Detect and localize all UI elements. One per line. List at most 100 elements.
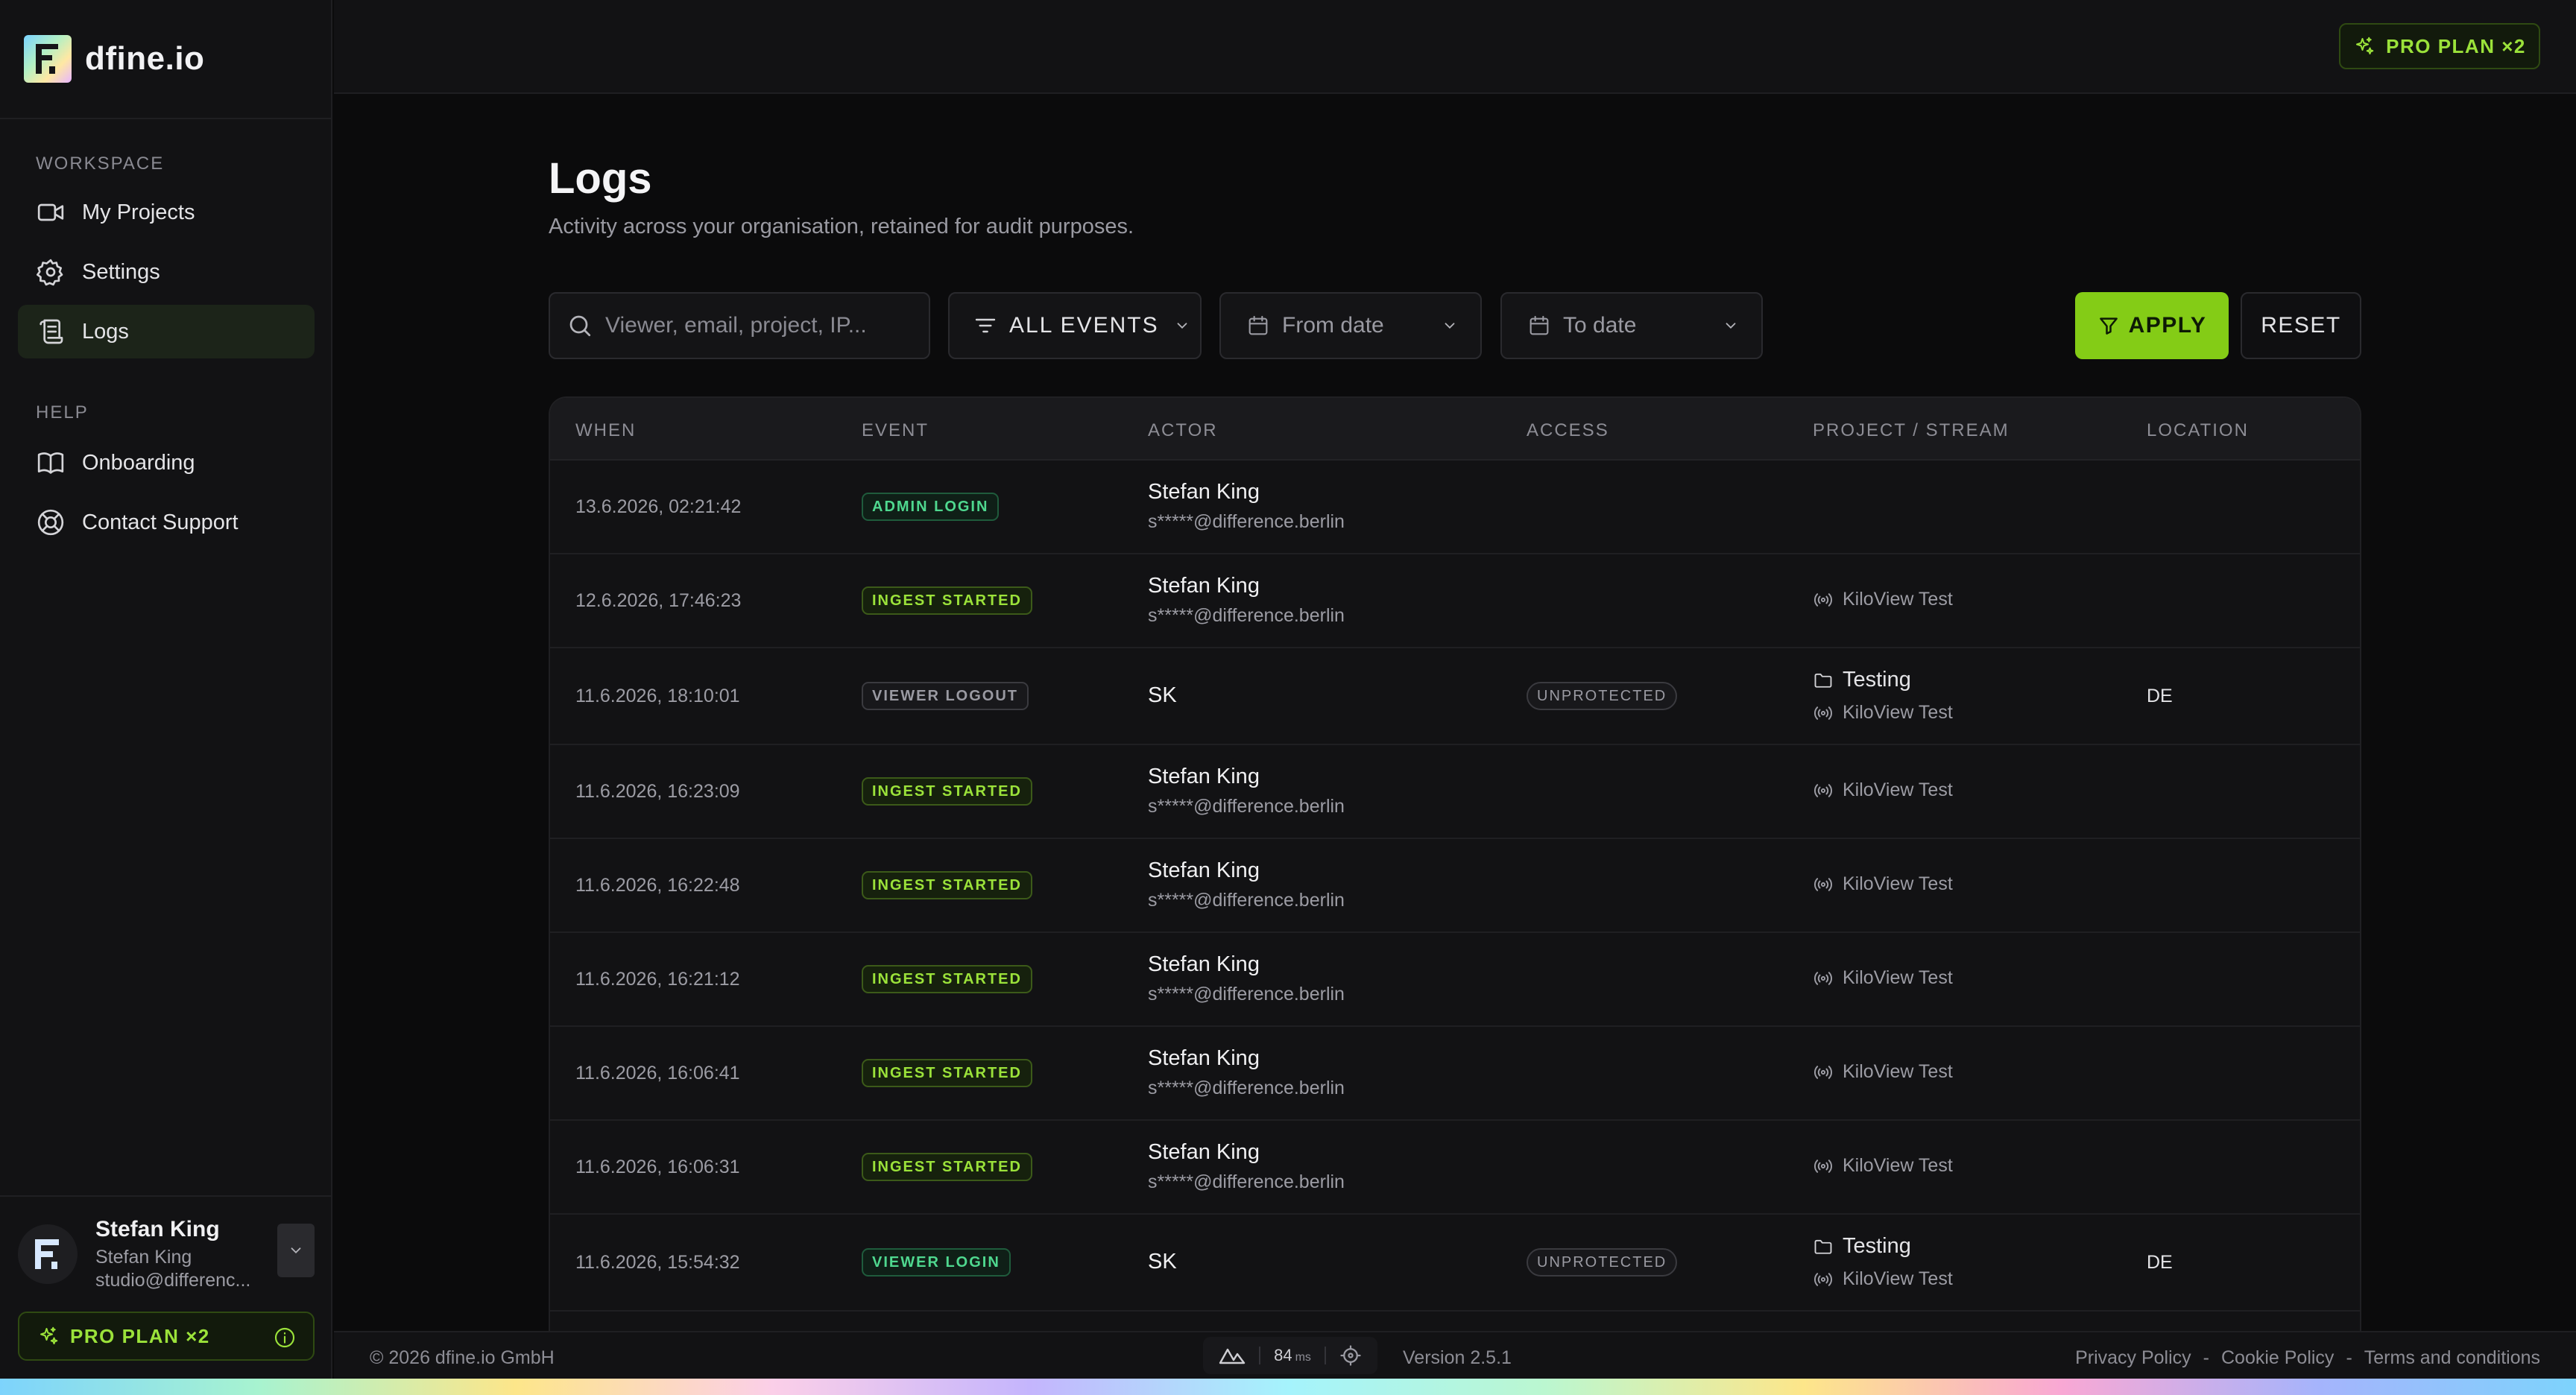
table-row[interactable]: 13.6.2026, 02:21:42 ADMIN LOGIN Stefan K… <box>550 461 2360 554</box>
event-badge: INGEST STARTED <box>862 965 1032 993</box>
user-email: studio@differenc... <box>95 1270 251 1291</box>
table-row[interactable]: 11.6.2026, 16:06:31 INGEST STARTED Stefa… <box>550 1121 2360 1215</box>
chevron-down-icon <box>1177 323 1187 329</box>
sidebar-item-logs[interactable]: Logs <box>18 305 315 358</box>
project-name[interactable]: Testing <box>1813 668 1911 692</box>
info-icon[interactable] <box>273 1326 297 1350</box>
crosshair-icon[interactable] <box>1339 1344 1362 1367</box>
separator <box>1259 1347 1261 1364</box>
apply-button[interactable]: APPLY <box>2075 292 2229 359</box>
stream-name[interactable]: KiloView Test <box>1813 589 1953 610</box>
user-menu-toggle[interactable] <box>277 1224 315 1277</box>
table-row[interactable]: 11.6.2026, 18:10:01 VIEWER LOGOUT SK UNP… <box>550 648 2360 745</box>
gradient-bar <box>0 1379 2576 1395</box>
actor-email: s*****@difference.berlin <box>1148 1171 1345 1192</box>
table-row[interactable]: 12.6.2026, 17:46:23 INGEST STARTED Stefa… <box>550 554 2360 648</box>
actor-name: Stefan King <box>1148 1046 1260 1070</box>
search-icon <box>569 315 591 337</box>
link-separator: - <box>2203 1347 2209 1368</box>
stream-label: KiloView Test <box>1843 1155 1953 1176</box>
stream-label: KiloView Test <box>1843 779 1953 800</box>
sidebar-item-contact-support[interactable]: Contact Support <box>18 496 315 549</box>
sidebar-divider <box>0 118 332 119</box>
brand-logo[interactable]: dfine.io <box>24 34 204 83</box>
broadcast-icon <box>1814 706 1832 720</box>
table-row[interactable]: 11.6.2026, 16:06:41 INGEST STARTED Stefa… <box>550 1027 2360 1121</box>
project-name[interactable]: Testing <box>1813 1234 1911 1259</box>
from-date-picker[interactable]: From date <box>1219 292 1482 359</box>
actor-email: s*****@difference.berlin <box>1148 890 1345 911</box>
stream-name[interactable]: KiloView Test <box>1813 1268 1953 1290</box>
sidebar-item-label: Settings <box>82 259 160 284</box>
row-when: 11.6.2026, 15:54:32 <box>575 1252 740 1273</box>
plan-badge-top[interactable]: PRO PLAN ×2 <box>2339 23 2540 69</box>
event-badge: VIEWER LOGIN <box>862 1248 1011 1277</box>
help-section-label: HELP <box>36 402 89 423</box>
actor-email: s*****@difference.berlin <box>1148 984 1345 1005</box>
stream-name[interactable]: KiloView Test <box>1813 779 1953 801</box>
project-label: Testing <box>1843 1234 1911 1258</box>
calendar-icon <box>1530 315 1549 335</box>
event-badge: INGEST STARTED <box>862 777 1032 806</box>
to-date-picker[interactable]: To date <box>1500 292 1763 359</box>
event-badge: INGEST STARTED <box>862 586 1032 615</box>
privacy-policy-link[interactable]: Privacy Policy <box>2075 1347 2191 1369</box>
location: DE <box>2147 686 2173 706</box>
reset-button[interactable]: RESET <box>2241 292 2361 359</box>
footer-links: Privacy Policy - Cookie Policy - Terms a… <box>2075 1347 2540 1369</box>
table-row[interactable]: 11.6.2026, 16:23:09 INGEST STARTED Stefa… <box>550 745 2360 839</box>
broadcast-icon <box>1814 783 1832 797</box>
user-name: Stefan King <box>95 1217 220 1241</box>
gear-icon <box>37 259 63 286</box>
user-full-name: Stefan King <box>95 1247 192 1268</box>
column-header-event: EVENT <box>862 420 929 440</box>
actor-name: Stefan King <box>1148 1140 1260 1164</box>
table-row[interactable]: 11.6.2026, 15:54:32 VIEWER LOGIN SK UNPR… <box>550 1215 2360 1312</box>
terms-link[interactable]: Terms and conditions <box>2364 1347 2540 1369</box>
broadcast-icon <box>1814 1272 1832 1286</box>
stream-name[interactable]: KiloView Test <box>1813 873 1953 895</box>
sidebar-item-onboarding[interactable]: Onboarding <box>18 436 315 490</box>
search-input[interactable] <box>605 313 918 338</box>
folder-icon <box>1814 673 1832 688</box>
logs-table: WHEN EVENT ACTOR ACCESS PROJECT / STREAM… <box>549 396 2361 1332</box>
stream-label: KiloView Test <box>1843 873 1953 894</box>
event-badge: ADMIN LOGIN <box>862 493 1000 521</box>
cookie-policy-link[interactable]: Cookie Policy <box>2221 1347 2334 1369</box>
dfine-logo-icon <box>24 35 72 83</box>
search-field[interactable] <box>549 292 930 359</box>
stream-name[interactable]: KiloView Test <box>1813 702 1953 724</box>
sidebar-item-settings[interactable]: Settings <box>18 245 315 299</box>
user-card[interactable]: Stefan King Stefan King studio@differenc… <box>18 1213 315 1295</box>
event-type-select[interactable]: ALL EVENTS <box>948 292 1202 359</box>
table-row[interactable]: 11.6.2026, 16:21:12 INGEST STARTED Stefa… <box>550 933 2360 1027</box>
plan-badge-label: PRO PLAN ×2 <box>2386 34 2526 57</box>
column-header-when: WHEN <box>575 420 637 440</box>
actor-name: Stefan King <box>1148 480 1260 504</box>
book-icon <box>37 452 64 474</box>
latency-indicator[interactable]: 84 ms <box>1203 1337 1377 1374</box>
row-when: 11.6.2026, 16:06:41 <box>575 1063 740 1084</box>
latency-readout: 84 ms <box>1274 1346 1311 1365</box>
actor-name: Stefan King <box>1148 765 1260 788</box>
separator <box>1324 1347 1326 1364</box>
row-when: 11.6.2026, 16:06:31 <box>575 1157 740 1177</box>
lifebuoy-icon <box>37 509 64 536</box>
calendar-icon <box>1248 315 1268 335</box>
column-header-project-stream: PROJECT / STREAM <box>1813 420 2010 440</box>
stream-name[interactable]: KiloView Test <box>1813 1155 1953 1177</box>
plan-badge-sidebar[interactable]: PRO PLAN ×2 <box>18 1312 315 1361</box>
brand-name: dfine.io <box>85 40 205 77</box>
sidebar-item-label: Contact Support <box>82 510 239 534</box>
stream-name[interactable]: KiloView Test <box>1813 1061 1953 1083</box>
sidebar-item-my-projects[interactable]: My Projects <box>18 186 315 239</box>
filter-lines-icon <box>975 318 996 333</box>
latency-value: 84 <box>1274 1346 1292 1364</box>
table-row[interactable]: 11.6.2026, 16:22:48 INGEST STARTED Stefa… <box>550 839 2360 933</box>
stream-name[interactable]: KiloView Test <box>1813 967 1953 989</box>
stream-label: KiloView Test <box>1843 589 1953 610</box>
latency-unit: ms <box>1295 1351 1311 1364</box>
table-header: WHEN EVENT ACTOR ACCESS PROJECT / STREAM… <box>550 398 2360 461</box>
chevron-down-icon <box>291 1247 301 1254</box>
folder-icon <box>1814 1239 1832 1254</box>
